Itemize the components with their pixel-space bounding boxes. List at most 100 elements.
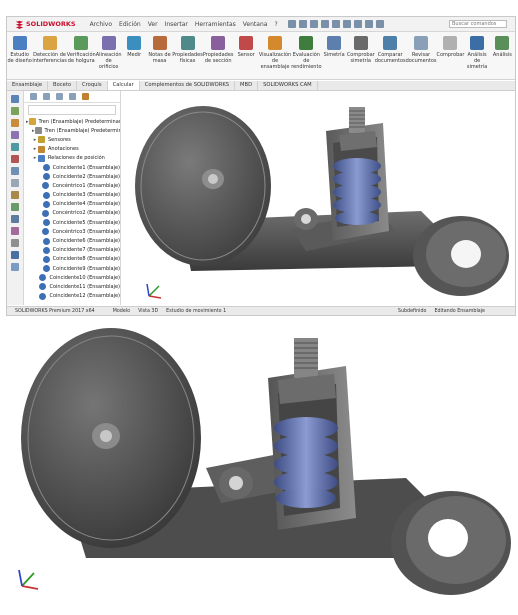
ribbon-button-12[interactable]: Comprobar simetría [347,36,375,64]
ribbon-button-3[interactable]: Alineación de orificios [96,36,122,70]
ribbon-button-8[interactable]: Sensor [234,36,259,58]
new-motion-study-icon[interactable] [11,191,19,199]
tab-4[interactable]: Complementos de SOLIDWORKS [140,81,236,90]
smart-mates-icon[interactable] [11,95,19,103]
tree-item[interactable]: Coincidente2 (Ensamblaje) [24,172,120,181]
save-icon[interactable] [320,20,329,28]
tree-item-label: Relaciones de posición [48,155,105,162]
tab-3[interactable]: Calcular [107,81,140,90]
home-icon[interactable] [287,20,296,28]
tree-filter-input[interactable] [28,105,116,115]
ribbon-button-17[interactable]: Análisis [490,36,515,58]
tree-item-label: Coincidente8 (Ensamblaje) [52,256,120,263]
insert-component-icon[interactable] [11,107,19,115]
design-study-icon [12,36,27,50]
ribbon-button-2[interactable]: Verificación de holgura [67,36,96,64]
tab-2[interactable]: Croquis [77,81,108,90]
new-icon[interactable] [298,20,307,28]
ribbon-button-14[interactable]: Revisar documentos [406,36,437,64]
rebuild-icon[interactable] [364,20,373,28]
mate-icon [42,219,50,227]
tree-item[interactable]: Coincidente7 (Ensamblaje) [24,246,120,255]
open-icon[interactable] [309,20,318,28]
tree-item[interactable]: ▸ Anotaciones [24,145,120,154]
reference-geometry-icon[interactable] [11,179,19,187]
undo-icon[interactable] [342,20,351,28]
tab-motion-study[interactable]: Estudio de movimiento 1 [166,309,226,314]
tree-item[interactable]: Coincidente10 (Ensamblaje) [24,273,120,282]
search-input[interactable]: Buscar comandos [449,20,507,28]
tab-5[interactable]: MBD [235,81,259,90]
graphics-area[interactable] [121,91,514,305]
exploded-view-icon[interactable] [11,215,19,223]
ribbon-button-0[interactable]: Estudio de diseño [7,36,32,64]
configuration-manager-tab-icon[interactable] [56,93,63,100]
menu-item-edit[interactable]: Edición [119,21,141,28]
tree-item[interactable]: ▸Tren (Ensamblaje) Predeterminado [24,117,120,126]
section-view-icon[interactable] [11,263,19,271]
ribbon-button-16[interactable]: Análisis de simetría [464,36,489,70]
tree-item[interactable]: Coincidente6 (Ensamblaje) [24,236,120,245]
tree-item[interactable]: Coincidente5 (Ensamblaje) [24,218,120,227]
tree-item[interactable]: ▸Tren (Ensamblaje) Predeterminado [24,126,120,135]
ribbon-button-4[interactable]: Medir [122,36,147,58]
tab-0[interactable]: Ensamblaje [7,81,49,90]
tree-item[interactable]: Coincidente9 (Ensamblaje) [24,264,120,273]
ribbon-button-6[interactable]: Propiedades físicas [172,36,203,64]
dimxpert-tab-icon[interactable] [69,93,76,100]
show-hidden-icon[interactable] [11,155,19,163]
property-manager-tab-icon[interactable] [43,93,50,100]
tree-item[interactable]: Coincidente12 (Ensamblaje) [24,292,120,301]
display-manager-tab-icon[interactable] [82,93,89,100]
mate-icon [42,246,50,254]
tree-item[interactable]: ▸ Relaciones de posición [24,154,120,163]
tree-item[interactable]: Coincidente11 (Ensamblaje) [24,282,120,291]
feature-manager-tab-icon[interactable] [30,93,37,100]
snapshot-icon[interactable] [11,239,19,247]
menu-item-view[interactable]: Ver [148,21,158,28]
mate-icon [42,265,50,273]
eye-hole [428,519,468,557]
select-icon[interactable] [353,20,362,28]
ribbon-button-5[interactable]: Notas de masa [147,36,172,64]
bill-of-materials-icon[interactable] [11,203,19,211]
print-icon[interactable] [331,20,340,28]
ribbon-button-15[interactable]: Comprobar [437,36,464,58]
instant3d-icon[interactable] [11,227,19,235]
tree-item[interactable]: ▸ Sensores [24,135,120,144]
ribbon-button-10[interactable]: Evaluación de rendimiento [291,36,322,70]
tree-item[interactable]: Coincidente8 (Ensamblaje) [24,255,120,264]
mates-icon [38,154,45,162]
tree-item-label: Coincidente12 (Ensamblaje) [49,293,120,300]
menu-item-file[interactable]: Archivo [90,21,112,28]
ribbon-button-7[interactable]: Propiedades de sección [203,36,234,64]
sensor-icon [38,136,45,144]
assembly-features-icon[interactable] [11,167,19,175]
large-assembly-icon[interactable] [11,251,19,259]
solidworks-window: SOLIDWORKS Archivo Edición Ver Insertar … [6,16,516,316]
tab-3d-view[interactable]: Vista 3D [138,309,158,314]
tree-item[interactable]: Coincidente3 (Ensamblaje) [24,191,120,200]
options-icon[interactable] [375,20,384,28]
tree-item[interactable]: Coincidente4 (Ensamblaje) [24,200,120,209]
linear-pattern-icon[interactable] [11,131,19,139]
menu-item-tools[interactable]: Herramientas [195,21,236,28]
ribbon-button-13[interactable]: Comparar documentos [375,36,406,64]
ribbon-button-1[interactable]: Detección de interferencias [32,36,67,64]
menu-item-insert[interactable]: Insertar [165,21,188,28]
tree-item[interactable]: Coincidente1 (Ensamblaje) [24,163,120,172]
ribbon-button-9[interactable]: Visualización de ensamblaje [259,36,291,70]
menu-item-window[interactable]: Ventana [243,21,268,28]
tree-item[interactable]: Concéntrico3 (Ensamblaje) [24,227,120,236]
assembly-3d-model[interactable] [121,91,514,305]
ribbon-button-11[interactable]: Simetría [322,36,347,58]
app-logo[interactable]: SOLIDWORKS [15,20,76,29]
move-component-icon[interactable] [11,143,19,151]
tree-item[interactable]: Concéntrico2 (Ensamblaje) [24,209,120,218]
tree-item[interactable]: Concéntrico1 (Ensamblaje) [24,181,120,190]
tab-model[interactable]: Modelo [113,309,130,314]
mate-icon[interactable] [11,119,19,127]
tab-6[interactable]: SOLIDWORKS CAM [258,81,318,90]
menu-item-help[interactable]: ? [274,21,277,28]
tab-1[interactable]: Boceto [48,81,78,90]
